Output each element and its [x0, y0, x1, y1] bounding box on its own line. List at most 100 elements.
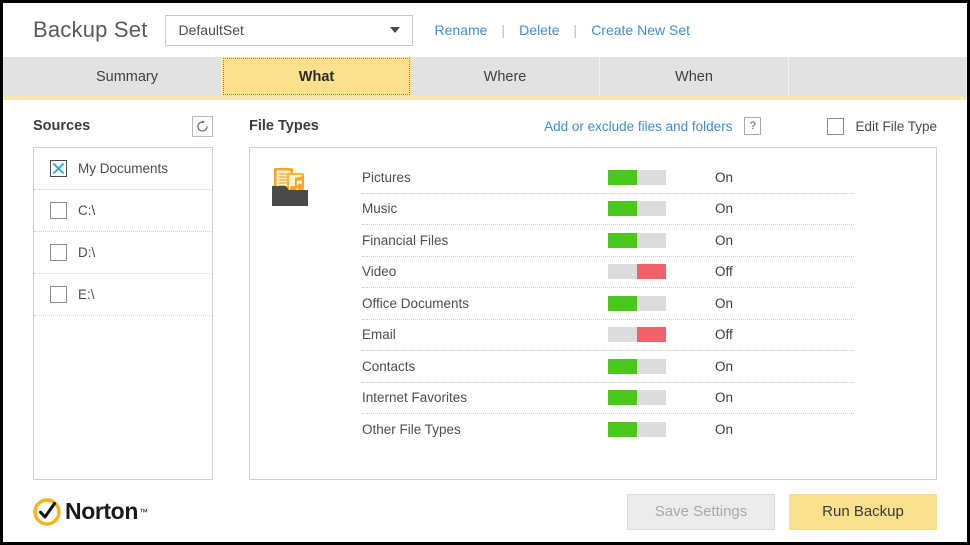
header-bar: Backup Set DefaultSet Rename | Delete | … [3, 3, 967, 57]
tab-bar: Summary What Where When [3, 57, 967, 100]
save-settings-label: Save Settings [654, 503, 748, 520]
file-type-name: Other File Types [362, 422, 461, 438]
norton-trademark: ™ [138, 506, 148, 517]
toggle-knob [608, 232, 637, 248]
toggle-knob [608, 201, 637, 217]
file-type-name: Email [362, 327, 396, 343]
delete-link[interactable]: Delete [519, 22, 559, 38]
norton-check-icon [33, 497, 61, 526]
edit-file-type-toggle[interactable]: Edit File Type [827, 117, 937, 135]
file-type-name: Contacts [362, 358, 416, 374]
source-item-e-drive[interactable]: E:\ [34, 274, 212, 316]
file-type-state: On [715, 358, 734, 374]
file-type-row-financial-files: Financial Files On [362, 225, 854, 257]
source-label: E:\ [78, 287, 95, 302]
norton-logo: Norton ™ [33, 497, 148, 526]
file-type-state: On [715, 201, 734, 217]
file-types-list-panel: Pictures On Music On Financial Files On [249, 147, 937, 480]
tab-what-label: What [298, 68, 335, 85]
toggle-email[interactable] [608, 327, 666, 343]
backup-set-window: Backup Set DefaultSet Rename | Delete | … [0, 0, 970, 545]
tab-when-label: When [675, 68, 713, 85]
toggle-knob [608, 295, 637, 311]
file-types-header-actions: Add or exclude files and folders ? Edit … [544, 117, 937, 135]
tab-where[interactable]: Where [411, 57, 600, 96]
source-label: D:\ [78, 245, 96, 260]
tab-when[interactable]: When [600, 57, 789, 96]
checkbox-e-drive[interactable] [50, 286, 67, 303]
toggle-video[interactable] [608, 264, 666, 280]
file-type-name: Pictures [362, 169, 411, 185]
source-item-d-drive[interactable]: D:\ [34, 232, 212, 274]
toggle-other-file-types[interactable] [608, 422, 666, 438]
help-icon[interactable]: ? [744, 117, 762, 135]
page-title: Backup Set [33, 17, 148, 42]
tab-what[interactable]: What [222, 57, 411, 96]
toggle-internet-favorites[interactable] [608, 390, 666, 406]
file-type-row-video: Video Off [362, 257, 854, 288]
file-type-row-other-file-types: Other File Types On [362, 414, 854, 446]
create-new-set-link[interactable]: Create New Set [591, 22, 690, 38]
file-type-row-music: Music On [362, 194, 854, 225]
checkbox-my-documents[interactable] [50, 160, 67, 177]
file-type-name: Internet Favorites [362, 390, 468, 406]
file-type-row-internet-favorites: Internet Favorites On [362, 383, 854, 414]
toggle-knob [608, 169, 637, 185]
tab-summary-label: Summary [95, 68, 159, 85]
file-type-row-contacts: Contacts On [362, 351, 854, 383]
toggle-financial-files[interactable] [608, 232, 666, 248]
source-item-my-documents[interactable]: My Documents [34, 148, 212, 190]
footer-buttons: Save Settings Run Backup [627, 493, 937, 530]
file-type-name: Video [362, 264, 397, 280]
file-type-row-pictures: Pictures On [362, 162, 854, 194]
checkbox-c-drive[interactable] [50, 202, 67, 219]
tab-summary[interactable]: Summary [33, 57, 222, 96]
toggle-pictures[interactable] [608, 169, 666, 185]
norton-wordmark: Norton [65, 498, 138, 524]
file-type-state: On [715, 390, 734, 406]
file-type-state: Off [715, 264, 733, 280]
chevron-down-icon [389, 27, 400, 33]
backup-set-dropdown[interactable]: DefaultSet [164, 14, 413, 46]
x-mark-icon [53, 163, 64, 174]
sources-title: Sources [33, 118, 91, 134]
toggle-music[interactable] [608, 201, 666, 217]
sources-header: Sources [33, 114, 213, 138]
tab-bar-spacer [789, 57, 967, 96]
file-types-header: File Types Add or exclude files and fold… [249, 114, 937, 138]
toggle-office-documents[interactable] [608, 295, 666, 311]
sources-panel: Sources My Documents C:\ D:\ E:\ [33, 114, 213, 480]
run-backup-button[interactable]: Run Backup [789, 493, 937, 530]
file-type-state: On [715, 422, 734, 438]
documents-music-folder-icon-glyph [272, 168, 308, 206]
file-type-state: Off [715, 327, 733, 343]
link-separator: | [501, 22, 506, 38]
file-type-state: On [715, 232, 734, 248]
toggle-knob [608, 358, 637, 374]
rename-link[interactable]: Rename [435, 22, 488, 38]
run-backup-label: Run Backup [822, 503, 904, 520]
backup-set-dropdown-value: DefaultSet [178, 22, 244, 38]
toggle-knob [637, 327, 666, 343]
edit-file-type-label: Edit File Type [855, 118, 937, 134]
file-type-name: Office Documents [362, 295, 470, 311]
tab-where-label: Where [483, 68, 527, 85]
checkbox-d-drive[interactable] [50, 244, 67, 261]
sources-list: My Documents C:\ D:\ E:\ [33, 147, 213, 480]
file-type-state: On [715, 295, 734, 311]
source-label: My Documents [78, 161, 169, 176]
source-item-c-drive[interactable]: C:\ [34, 190, 212, 232]
file-type-name: Financial Files [362, 232, 449, 248]
toggle-knob [608, 422, 637, 438]
add-or-exclude-link[interactable]: Add or exclude files and folders [544, 119, 732, 134]
toggle-knob [637, 264, 666, 280]
documents-music-folder-icon [250, 148, 362, 479]
file-types-title: File Types [249, 118, 319, 134]
checkbox-edit-file-type[interactable] [827, 117, 845, 135]
refresh-icon-glyph [197, 119, 208, 132]
file-type-row-office-documents: Office Documents On [362, 288, 854, 320]
toggle-contacts[interactable] [608, 358, 666, 374]
file-types-panel: File Types Add or exclude files and fold… [249, 114, 937, 480]
refresh-icon[interactable] [192, 115, 213, 137]
save-settings-button[interactable]: Save Settings [627, 493, 775, 530]
